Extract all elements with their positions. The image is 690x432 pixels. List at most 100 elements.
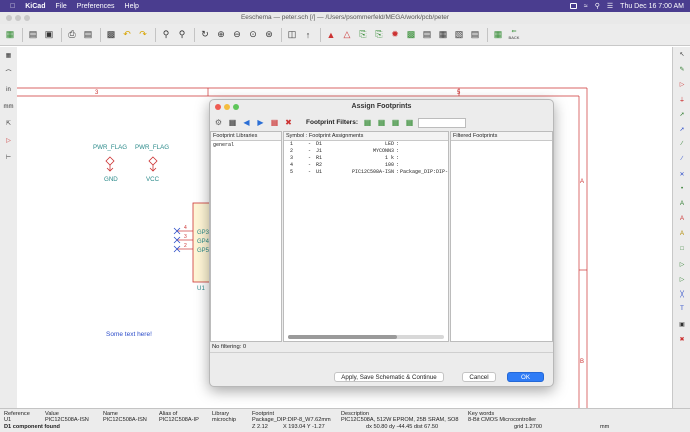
hier-label-icon[interactable]: A xyxy=(675,228,689,240)
text-icon[interactable]: T xyxy=(675,303,689,315)
symbol-editor-icon[interactable]: ▲ xyxy=(324,28,338,42)
grid-toggle-icon[interactable]: ▦ xyxy=(1,49,16,62)
leave-sheet-icon[interactable]: ↑ xyxy=(301,28,315,42)
delete-icon[interactable]: ✖ xyxy=(675,333,689,345)
plot-icon[interactable]: ▤ xyxy=(81,28,95,42)
junction-icon[interactable]: • xyxy=(675,183,689,195)
apple-icon[interactable]:  xyxy=(10,3,15,10)
filter-by-keywords-icon[interactable]: ▦ xyxy=(362,117,373,128)
add-wire-icon[interactable]: ➚ xyxy=(675,108,689,120)
mm-units-button[interactable]: mm xyxy=(1,100,16,113)
menu-app-kicad[interactable]: KiCad xyxy=(25,3,45,10)
schematic-setup-icon[interactable]: ▦ xyxy=(3,28,17,42)
highlight-net-icon[interactable]: ✎ xyxy=(675,63,689,75)
paste-icon[interactable]: ▩ xyxy=(104,28,118,42)
cancel-button[interactable]: Cancel xyxy=(462,372,496,382)
add-power-icon[interactable]: ⏚ xyxy=(675,93,689,105)
schematic-note-text: Some text here! xyxy=(106,331,152,338)
assignment-scroll-thumb[interactable] xyxy=(288,335,398,339)
library-item-general[interactable]: general xyxy=(211,141,281,149)
print-icon[interactable]: ⎙ xyxy=(65,28,79,42)
wire-angle-icon[interactable]: ⊢ xyxy=(1,151,16,164)
ok-button[interactable]: OK xyxy=(507,372,544,382)
undo-icon[interactable]: ↶ xyxy=(120,28,134,42)
minimize-window-icon[interactable] xyxy=(15,15,21,21)
global-label-icon[interactable]: A xyxy=(675,213,689,225)
apply-save-continue-button[interactable]: Apply, Save Schematic & Continue xyxy=(334,372,444,382)
filter-by-pin-count-icon[interactable]: ▦ xyxy=(376,117,387,128)
menubar-clock[interactable]: Thu Dec 16 7:00 AM xyxy=(620,3,684,10)
find-replace-icon[interactable]: ⚲ xyxy=(175,28,189,42)
page-settings-icon[interactable]: ▤ xyxy=(26,28,40,42)
filter-by-library-icon[interactable]: ▦ xyxy=(390,117,401,128)
bom-icon[interactable]: ▤ xyxy=(420,28,434,42)
annotate-icon[interactable]: ⎘ xyxy=(356,28,370,42)
add-symbol-icon[interactable]: ▷ xyxy=(675,78,689,90)
auto-associate-icon[interactable]: ▦ xyxy=(269,117,280,128)
select-icon[interactable]: ↖ xyxy=(675,48,689,60)
wifi-icon[interactable]: ≈ xyxy=(584,3,588,10)
polar-coords-icon[interactable]: ⌒ xyxy=(1,66,16,79)
zoom-out-icon[interactable]: ⊖ xyxy=(230,28,244,42)
previous-arrow-icon[interactable]: ◀ xyxy=(241,117,252,128)
zoom-selection-icon[interactable]: ⊛ xyxy=(262,28,276,42)
back-annotate-icon[interactable]: ⇐ BACK xyxy=(507,28,521,42)
close-window-icon[interactable] xyxy=(6,15,12,21)
bus-to-bus-icon[interactable]: ∕ xyxy=(675,153,689,165)
import-sheet-pin-icon[interactable]: ▷ xyxy=(675,258,689,270)
library-settings-icon[interactable]: ⚙ xyxy=(213,117,224,128)
hier-sheet-icon[interactable]: □ xyxy=(675,243,689,255)
image-icon[interactable]: ▣ xyxy=(675,318,689,330)
zoom-fit-icon[interactable]: ⊙ xyxy=(246,28,260,42)
zoom-window-icon[interactable] xyxy=(24,15,30,21)
menu-preferences[interactable]: Preferences xyxy=(77,3,115,10)
assignment-row[interactable]: 3 R1 1 k -: xyxy=(284,155,448,162)
net-label-icon[interactable]: A xyxy=(675,198,689,210)
add-bus-icon[interactable]: ➚ xyxy=(675,123,689,135)
next-arrow-icon[interactable]: ▶ xyxy=(255,117,266,128)
assignment-value: 1 k xyxy=(384,155,394,161)
netlist-icon[interactable]: ▧ xyxy=(452,28,466,42)
assignment-num: 1 xyxy=(290,141,294,147)
status-units: mm xyxy=(600,424,610,430)
menu-help[interactable]: Help xyxy=(125,3,139,10)
scripting-icon[interactable]: ▤ xyxy=(468,28,482,42)
assignment-row[interactable]: 5 U1 PIC12C508A-ISN Package_DIP:DIP-8_ -: xyxy=(284,169,448,176)
pin-number-2: 2 xyxy=(184,243,187,249)
assign-footprints-dialog: Assign Footprints ⚙ ▦ ◀ ▶ ▦ ✖ Footprint … xyxy=(209,99,554,387)
redo-icon[interactable]: ↷ xyxy=(136,28,150,42)
control-center-icon[interactable]: ☰ xyxy=(607,2,613,10)
filter-status-text: No filtering: 0 xyxy=(212,344,247,350)
wire-to-bus-icon[interactable]: ∕ xyxy=(675,138,689,150)
pcb-editor-icon[interactable]: ▦ xyxy=(491,28,505,42)
assign-footprints-icon[interactable]: ▩ xyxy=(404,28,418,42)
delete-associations-icon[interactable]: ✖ xyxy=(283,117,294,128)
assignment-row[interactable]: 2 J1 MYCONN3 -: xyxy=(284,148,448,155)
save-icon[interactable]: ▣ xyxy=(42,28,56,42)
inch-units-button[interactable]: in xyxy=(1,83,16,96)
graphic-line-icon[interactable]: ╳ xyxy=(675,288,689,300)
no-connect-icon[interactable]: ✕ xyxy=(675,168,689,180)
battery-icon[interactable] xyxy=(569,3,577,9)
refresh-icon[interactable]: ↻ xyxy=(198,28,212,42)
filter-by-text-icon[interactable]: ▦ xyxy=(404,117,415,128)
assignment-row[interactable]: 4 R2 100 -: xyxy=(284,162,448,169)
assignment-horizontal-scrollbar[interactable] xyxy=(288,335,444,339)
menu-file[interactable]: File xyxy=(55,3,66,10)
assignment-value: LED xyxy=(384,141,394,147)
zoom-in-icon[interactable]: ⊕ xyxy=(214,28,228,42)
erc-icon[interactable]: ⎘ xyxy=(372,28,386,42)
cursor-shape-icon[interactable]: ⇱ xyxy=(1,117,16,130)
footprint-viewer-icon[interactable]: ▦ xyxy=(227,117,238,128)
fields-editor-icon[interactable]: ▦ xyxy=(436,28,450,42)
hierarchy-navigator-icon[interactable]: ◫ xyxy=(285,28,299,42)
sheet-pin-icon[interactable]: ▷ xyxy=(675,273,689,285)
find-icon[interactable]: ⚲ xyxy=(159,28,173,42)
symbol-browser-icon[interactable]: △ xyxy=(340,28,354,42)
assignment-row[interactable]: 1 D1 LED -: xyxy=(284,141,448,148)
footprint-filter-input[interactable] xyxy=(418,117,466,128)
spotlight-icon[interactable]: ⚲ xyxy=(595,2,600,10)
hidden-pins-icon[interactable]: ▷ xyxy=(1,134,16,147)
bug-icon[interactable]: ✹ xyxy=(388,28,402,42)
pwr-flag-label-1: PWR_FLAG xyxy=(93,144,127,151)
